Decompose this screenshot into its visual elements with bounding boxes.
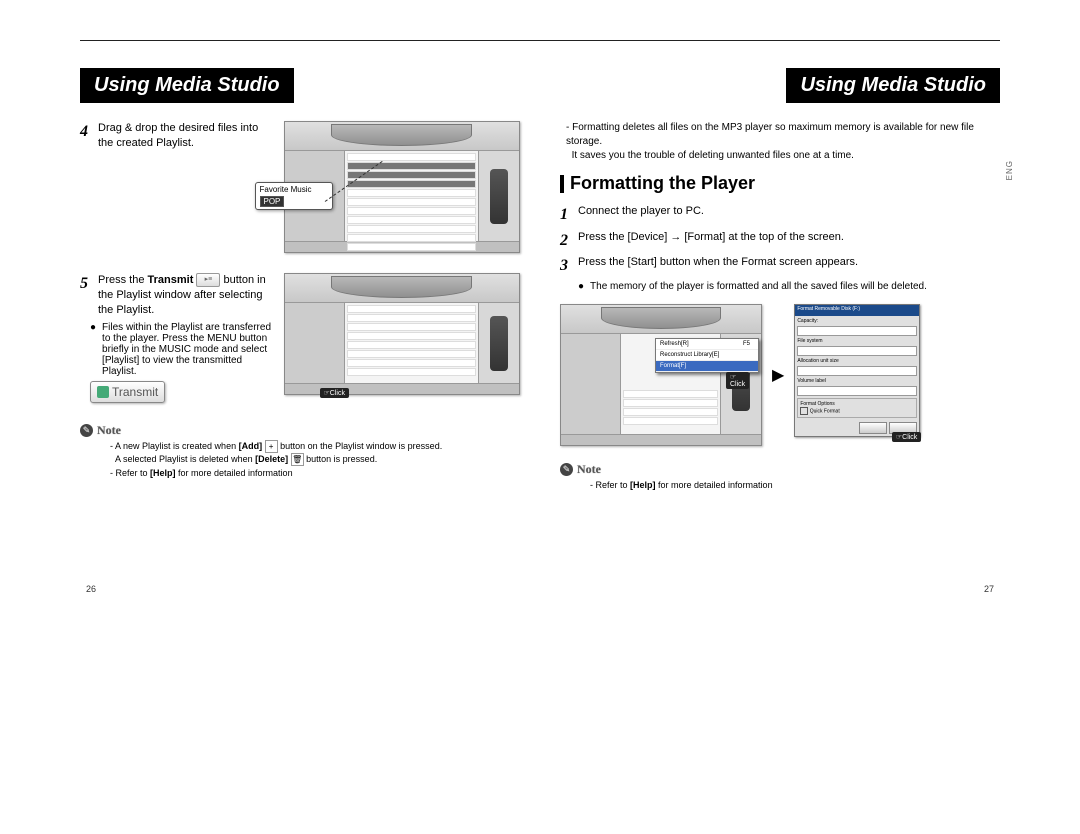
click-badge: ☞Click [726,372,749,389]
dialog-allocunit-label: Allocation unit size [797,358,917,364]
transmit-icon [97,386,109,398]
dialog-quickformat-label: Quick Format [810,408,840,414]
dialog-capacity-field[interactable] [797,326,917,336]
note-label: Note [577,462,601,477]
transmit-button[interactable]: Transmit [90,381,165,403]
step-5-transmit-word: Transmit [148,274,194,286]
step-3-number: 3 [560,255,572,277]
dialog-start-button[interactable] [859,422,887,434]
step-5-number: 5 [80,273,92,295]
dialog-filesystem-field[interactable] [797,346,917,356]
note-icon: ✎ [560,463,573,476]
context-menu-format[interactable]: Format[F] [656,361,758,372]
page-left: Using Media Studio 4 Drag & drop the des… [80,40,520,594]
callout-pop-tag: POP [260,196,285,207]
page-right: Using Media Studio ENG - Formatting dele… [560,40,1000,594]
bullet-dot: ● [90,322,96,377]
step-5-text: Press the Transmit ▸≡ button in the Play… [98,273,274,318]
screenshot-playlist-transmit: ☞Click [284,273,521,395]
dialog-volumelabel-label: Volume label [797,378,917,384]
dialog-volumelabel-field[interactable] [797,386,917,396]
left-header-bar: Using Media Studio [80,68,294,103]
right-note-list: - Refer to [Help] for more detailed info… [590,479,1000,493]
click-badge: ☞Click [892,432,921,442]
step-2-text: Press the [Device] → [Format] at the top… [578,230,1000,245]
page-number-right: 27 [984,584,994,594]
transmit-label: Transmit [112,385,158,399]
step-5-bullet: Files within the Playlist are transferre… [102,322,273,377]
step-4-text: Drag & drop the desired files into the c… [98,121,274,151]
note-label: Note [97,423,121,438]
screenshot-playlist-drag: Favorite Music POP [284,121,521,253]
add-inline-icon: + [265,440,278,453]
callout-fav-label: Favorite Music [260,185,328,194]
intro-notes: - Formatting deletes all files on the MP… [566,121,1000,163]
format-dialog: Format Removable Disk (F:) Capacity: Fil… [794,304,920,437]
device-icon [490,316,508,371]
step-1-number: 1 [560,204,572,226]
bullet-dot: ● [578,281,584,292]
right-header-bar: Using Media Studio [786,68,1000,103]
step-5-pre: Press the [98,274,148,286]
step-4-number: 4 [80,121,92,143]
page-spread: Using Media Studio 4 Drag & drop the des… [80,40,1000,594]
step-3-text: Press the [Start] button when the Format… [578,255,1000,270]
click-badge: ☞Click [320,388,349,398]
delete-inline-icon: 🗑 [291,453,304,466]
note-icon: ✎ [80,424,93,437]
context-menu[interactable]: Refresh[R] F5 Reconstruct Library[E] For… [655,338,759,373]
device-icon [490,169,508,224]
dialog-filesystem-label: File system [797,338,917,344]
language-tab: ENG [1005,160,1014,180]
step-3-bullet: The memory of the player is formatted an… [590,281,927,292]
step-1-text: Connect the player to PC. [578,204,1000,219]
page-number-left: 26 [86,584,96,594]
screenshot-device-menu: Refresh[R] F5 Reconstruct Library[E] For… [560,304,762,446]
dialog-allocunit-field[interactable] [797,366,917,376]
dialog-titlebar: Format Removable Disk (F:) [795,305,919,316]
arrow-right-icon: ▶ [772,365,784,385]
section-title-formatting: Formatting the Player [560,173,1000,194]
transmit-inline-icon: ▸≡ [196,273,220,287]
left-note-list: - A new Playlist is created when [Add] +… [110,440,520,481]
callout-favorite-music: Favorite Music POP [255,182,333,210]
step-2-number: 2 [560,230,572,252]
dialog-capacity-label: Capacity: [797,318,917,324]
